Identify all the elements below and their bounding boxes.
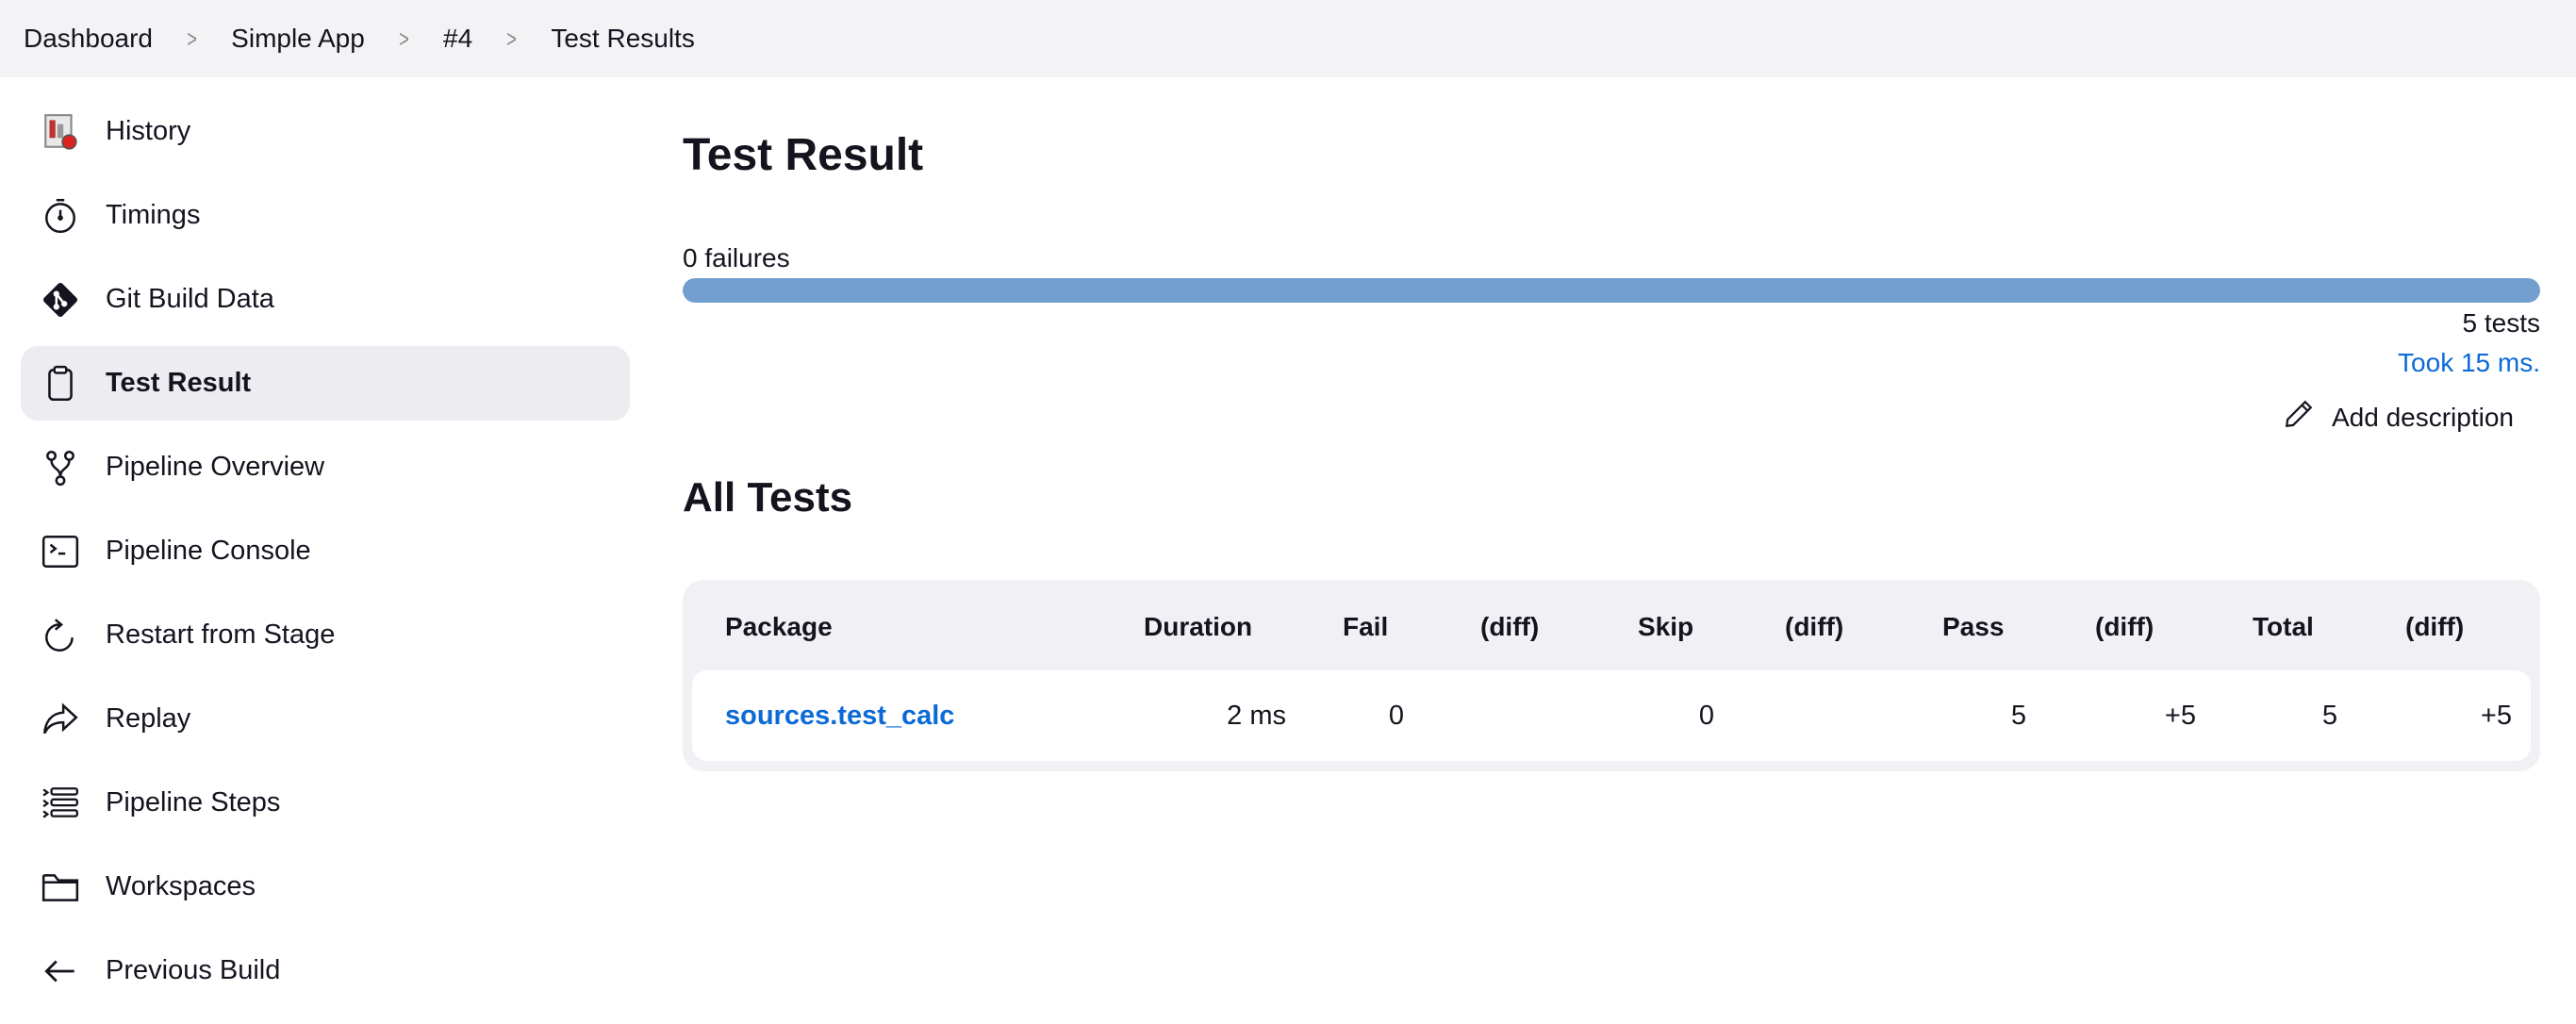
cell-pass: 5 bbox=[2010, 701, 2026, 731]
col-header-skip-diff[interactable]: (diff) bbox=[1785, 612, 1843, 642]
cell-fail: 0 bbox=[1388, 701, 1404, 731]
cell-total-diff: +5 bbox=[2480, 701, 2512, 731]
sidebar-item-pipeline-console[interactable]: Pipeline Console bbox=[21, 514, 630, 588]
sidebar-item-label: Git Build Data bbox=[106, 284, 274, 314]
breadcrumb: Dashboard > Simple App > #4 > Test Resul… bbox=[0, 0, 2576, 77]
sidebar-item-label: Pipeline Steps bbox=[106, 787, 281, 818]
table-header-row: Package Duration Fail (diff) Skip (diff)… bbox=[683, 580, 2540, 670]
breadcrumb-build[interactable]: #4 bbox=[443, 24, 472, 54]
sidebar-item-replay[interactable]: Replay bbox=[21, 682, 630, 756]
page-title: Test Result bbox=[683, 130, 924, 180]
breadcrumb-simple-app[interactable]: Simple App bbox=[231, 24, 365, 54]
sidebar-item-pipeline-overview[interactable]: Pipeline Overview bbox=[21, 430, 630, 504]
sidebar-item-label: Pipeline Console bbox=[106, 536, 311, 566]
chevron-right-icon: > bbox=[506, 24, 518, 53]
sidebar-item-label: Previous Build bbox=[106, 955, 281, 985]
pencil-icon bbox=[2283, 398, 2332, 437]
chevron-right-icon: > bbox=[187, 24, 197, 53]
col-header-fail-diff[interactable]: (diff) bbox=[1480, 612, 1539, 642]
sidebar-item-workspaces[interactable]: Workspaces bbox=[21, 850, 630, 924]
all-tests-heading: All Tests bbox=[683, 474, 853, 520]
branch-icon bbox=[40, 447, 81, 488]
col-header-skip[interactable]: Skip bbox=[1638, 612, 1693, 642]
col-header-total[interactable]: Total bbox=[2253, 612, 2314, 642]
progress-bar-pass-fill bbox=[683, 278, 2540, 303]
tests-count: 5 tests bbox=[2462, 308, 2540, 338]
sidebar-item-label: History bbox=[106, 116, 191, 146]
test-progress-bar bbox=[683, 278, 2540, 303]
sidebar-item-label: Workspaces bbox=[106, 871, 256, 901]
sidebar-item-previous-build[interactable]: Previous Build bbox=[21, 933, 630, 1008]
sidebar-item-pipeline-steps[interactable]: Pipeline Steps bbox=[21, 766, 630, 840]
sidebar-item-label: Restart from Stage bbox=[106, 619, 336, 650]
terminal-icon bbox=[40, 531, 81, 572]
sidebar-item-label: Pipeline Overview bbox=[106, 452, 325, 482]
col-header-total-diff[interactable]: (diff) bbox=[2405, 612, 2464, 642]
package-link[interactable]: sources.test_calc bbox=[725, 701, 954, 732]
clipboard-icon bbox=[40, 363, 81, 405]
col-header-duration[interactable]: Duration bbox=[1144, 612, 1252, 642]
breadcrumb-dashboard[interactable]: Dashboard bbox=[24, 24, 153, 54]
col-header-fail[interactable]: Fail bbox=[1343, 612, 1388, 642]
cell-pass-diff: +5 bbox=[2164, 701, 2196, 731]
restart-icon bbox=[40, 615, 81, 656]
sidebar-item-label: Replay bbox=[106, 703, 191, 734]
sidebar-item-timings[interactable]: Timings bbox=[21, 178, 630, 253]
col-header-pass-diff[interactable]: (diff) bbox=[2095, 612, 2154, 642]
sidebar-item-label: Test Result bbox=[106, 368, 252, 398]
sidebar-item-git-build-data[interactable]: Git Build Data bbox=[21, 262, 630, 337]
add-description-button[interactable]: Add description bbox=[2283, 398, 2514, 437]
sidebar: History Timings Git Build Data Test Resu… bbox=[21, 94, 630, 1017]
col-header-pass[interactable]: Pass bbox=[1942, 612, 2004, 642]
failures-label: 0 failures bbox=[683, 243, 790, 273]
sidebar-item-history[interactable]: History bbox=[21, 94, 630, 169]
chevron-right-icon: > bbox=[399, 24, 409, 53]
add-description-label: Add description bbox=[2331, 402, 2514, 432]
git-icon bbox=[40, 279, 81, 321]
cell-duration: 2 ms bbox=[1227, 701, 1286, 731]
replay-icon bbox=[40, 699, 81, 740]
all-tests-table: Package Duration Fail (diff) Skip (diff)… bbox=[683, 580, 2540, 771]
cell-total: 5 bbox=[2321, 701, 2337, 731]
history-icon bbox=[40, 111, 81, 153]
sidebar-item-label: Timings bbox=[106, 200, 201, 230]
folder-icon bbox=[40, 867, 81, 908]
arrow-left-icon bbox=[40, 950, 81, 992]
sidebar-item-restart-from-stage[interactable]: Restart from Stage bbox=[21, 598, 630, 672]
table-row: sources.test_calc 2 ms 0 0 5 +5 5 +5 bbox=[692, 670, 2531, 761]
sidebar-item-test-result[interactable]: Test Result bbox=[21, 346, 630, 421]
cell-skip: 0 bbox=[1698, 701, 1714, 731]
steps-list-icon bbox=[40, 783, 81, 824]
stopwatch-icon bbox=[40, 195, 81, 237]
took-duration-link[interactable]: Took 15 ms. bbox=[2398, 348, 2540, 378]
col-header-package[interactable]: Package bbox=[725, 612, 833, 642]
breadcrumb-test-results[interactable]: Test Results bbox=[551, 24, 695, 54]
